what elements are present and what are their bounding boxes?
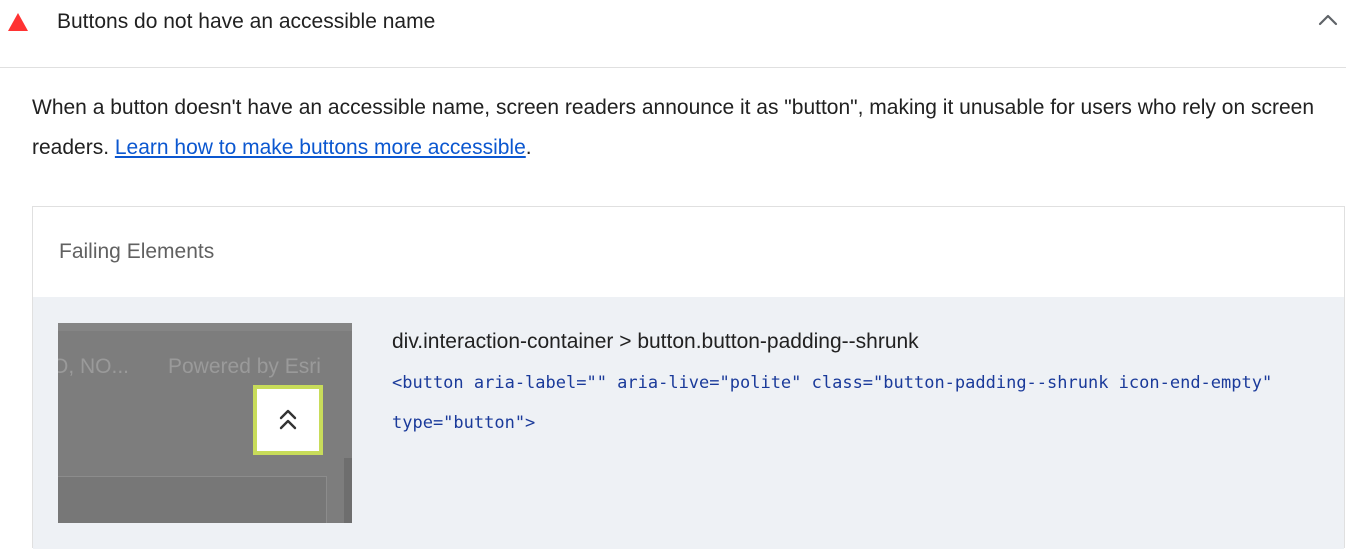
- double-chevron-up-icon: [279, 409, 297, 430]
- thumbnail-top-strip: [58, 323, 352, 331]
- node-selector: div.interaction-container > button.butto…: [392, 330, 919, 353]
- table-row: O, NO... Powered by Esri div.interaction…: [33, 297, 1344, 549]
- element-screenshot-thumbnail: O, NO... Powered by Esri: [58, 323, 352, 523]
- fail-triangle-icon: [8, 13, 28, 31]
- table-header-label: Failing Elements: [59, 240, 215, 263]
- thumbnail-text-right: Powered by Esri: [168, 355, 321, 378]
- thumbnail-panel: [58, 476, 327, 523]
- thumbnail-right-strip: [344, 458, 352, 523]
- table-header: Failing Elements: [33, 207, 1344, 297]
- chevron-up-icon[interactable]: [1317, 12, 1339, 28]
- failing-elements-table: Failing Elements O, NO... Powered by Esr…: [32, 206, 1345, 549]
- description-trailing: .: [525, 136, 532, 159]
- audit-description: When a button doesn't have an accessible…: [32, 88, 1342, 168]
- highlighted-element: [253, 385, 323, 455]
- thumbnail-text-left: O, NO...: [58, 355, 130, 378]
- node-snippet: <button aria-label="" aria-live="polite"…: [392, 373, 1273, 433]
- learn-more-link[interactable]: Learn how to make buttons more accessibl…: [115, 136, 526, 159]
- audit-title: Buttons do not have an accessible name: [57, 10, 436, 33]
- audit-header[interactable]: Buttons do not have an accessible name: [0, 0, 1346, 68]
